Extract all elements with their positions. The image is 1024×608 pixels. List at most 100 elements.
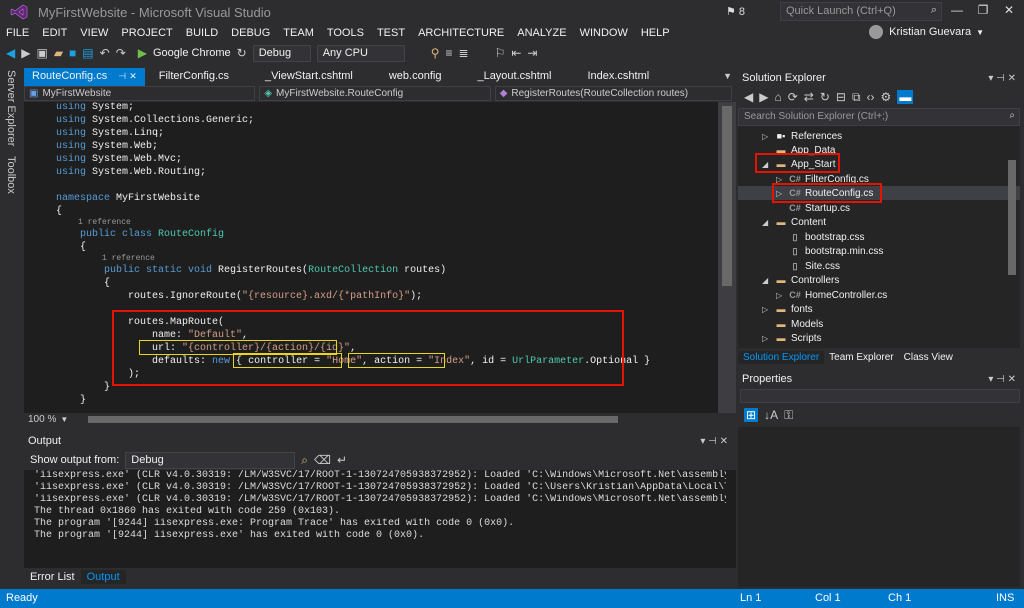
new-project-icon[interactable]: ▣ bbox=[36, 46, 47, 60]
tree-item-scripts[interactable]: ▷ ▬ Scripts bbox=[762, 331, 822, 345]
menu-architecture[interactable]: ARCHITECTURE bbox=[418, 27, 504, 39]
browser-selector[interactable]: Google Chrome bbox=[153, 47, 231, 59]
menu-help[interactable]: HELP bbox=[641, 27, 670, 39]
find-icon[interactable]: ⌕ bbox=[301, 453, 308, 468]
menu-file[interactable]: FILE bbox=[6, 27, 29, 39]
tree-item-fonts[interactable]: ▷ ▬ fonts bbox=[762, 302, 813, 316]
collapse-all-icon[interactable]: ⊟ bbox=[836, 90, 846, 104]
refresh-icon[interactable]: ↻ bbox=[237, 46, 247, 60]
tab-index[interactable]: Index.cshtml bbox=[579, 68, 657, 86]
view-code-icon[interactable]: ‹› bbox=[867, 90, 875, 104]
tab-list-dropdown-icon[interactable]: ▼ bbox=[723, 71, 732, 81]
comment-icon[interactable]: ≡ bbox=[446, 46, 453, 60]
tab-team-explorer[interactable]: Team Explorer bbox=[824, 351, 898, 364]
user-account[interactable]: Kristian Guevara ▼ bbox=[869, 25, 984, 39]
word-wrap-icon[interactable]: ↵ bbox=[337, 453, 347, 467]
tab-viewstart[interactable]: _ViewStart.cshtml bbox=[257, 68, 361, 86]
undo-icon[interactable]: ↶ bbox=[100, 46, 110, 60]
class-dropdown[interactable]: ◈ MyFirstWebsite.RouteConfig bbox=[259, 86, 491, 101]
save-icon[interactable]: ■ bbox=[69, 46, 76, 60]
sync-icon[interactable]: ⟳ bbox=[788, 90, 798, 104]
tree-item-bootstrap-css[interactable]: ▯ bootstrap.css bbox=[788, 230, 865, 244]
quick-launch-input[interactable]: Quick Launch (Ctrl+Q) ⌕ bbox=[780, 2, 942, 21]
menu-team[interactable]: TEAM bbox=[283, 27, 314, 39]
solution-configuration-select[interactable]: Debug bbox=[252, 44, 311, 62]
forward-arrow-icon[interactable]: ▶ bbox=[759, 90, 768, 104]
tree-item-references[interactable]: ▷ ■▪ References bbox=[762, 129, 842, 143]
menu-edit[interactable]: EDIT bbox=[42, 27, 67, 39]
tree-scroll-thumb[interactable] bbox=[1008, 160, 1016, 275]
menu-window[interactable]: WINDOW bbox=[580, 27, 628, 39]
find-in-files-icon[interactable]: ⚲ bbox=[431, 46, 440, 60]
close-button[interactable]: ✕ bbox=[996, 3, 1022, 21]
editor-scroll-thumb[interactable] bbox=[722, 106, 732, 286]
properties-grid[interactable] bbox=[738, 427, 1020, 587]
properties-object-select[interactable] bbox=[740, 389, 1020, 403]
back-arrow-icon[interactable]: ◀ bbox=[744, 90, 753, 104]
menu-view[interactable]: VIEW bbox=[80, 27, 108, 39]
panel-controls[interactable]: ▾ ⊣ ✕ bbox=[988, 374, 1016, 385]
tree-item-homecontroller[interactable]: ▷ C# HomeController.cs bbox=[776, 288, 887, 302]
toolbox-tab[interactable]: Toolbox bbox=[5, 156, 17, 194]
refresh-icon[interactable]: ↻ bbox=[820, 90, 830, 104]
menu-analyze[interactable]: ANALYZE bbox=[517, 27, 566, 39]
output-source-select[interactable]: Debug bbox=[125, 451, 296, 469]
tab-output[interactable]: Output bbox=[80, 570, 126, 584]
tab-filterconfig[interactable]: FilterConfig.cs bbox=[151, 68, 237, 86]
editor-horizontal-scroll-thumb[interactable] bbox=[88, 416, 618, 423]
tree-item-content[interactable]: ◢ ▬ Content bbox=[762, 215, 826, 229]
tree-item-site-css[interactable]: ▯ Site.css bbox=[788, 259, 841, 273]
bookmark-icon[interactable]: ⚐ bbox=[495, 46, 506, 60]
restore-button[interactable]: ❐ bbox=[970, 3, 996, 21]
tab-webconfig[interactable]: web.config bbox=[381, 68, 450, 86]
prev-bookmark-icon[interactable]: ⇤ bbox=[511, 46, 521, 60]
home-icon[interactable]: ⌂ bbox=[774, 90, 781, 104]
codelens-reference[interactable]: 1 reference bbox=[78, 218, 131, 227]
panel-controls[interactable]: ▾ ⊣ ✕ bbox=[988, 73, 1016, 84]
panel-controls[interactable]: ▾ ⊣ ✕ bbox=[700, 436, 728, 447]
pending-changes-icon[interactable]: ⇄ bbox=[804, 90, 814, 104]
menu-build[interactable]: BUILD bbox=[186, 27, 218, 39]
menu-debug[interactable]: DEBUG bbox=[231, 27, 270, 39]
chevron-down-icon[interactable]: ▼ bbox=[60, 415, 68, 424]
tab-routeconfig[interactable]: RouteConfig.cs ⊣ ✕ bbox=[24, 68, 145, 86]
tab-class-view[interactable]: Class View bbox=[899, 351, 958, 364]
tab-error-list[interactable]: Error List bbox=[24, 570, 81, 584]
project-dropdown[interactable]: ▣ MyFirstWebsite bbox=[24, 86, 256, 101]
start-debug-icon[interactable]: ▶ bbox=[138, 46, 147, 60]
show-all-files-icon[interactable]: ⧉ bbox=[852, 90, 861, 105]
output-text-area[interactable]: 'iisexpress.exe' (CLR v4.0.30319: /LM/W3… bbox=[24, 470, 736, 568]
tab-layout[interactable]: _Layout.cshtml bbox=[469, 68, 559, 86]
close-icon[interactable]: ✕ bbox=[129, 71, 137, 81]
uncomment-icon[interactable]: ≣ bbox=[459, 46, 469, 60]
tree-item-bootstrap-min-css[interactable]: ▯ bootstrap.min.css bbox=[788, 244, 884, 258]
solution-explorer-search-input[interactable]: Search Solution Explorer (Ctrl+;) ⌕ bbox=[738, 108, 1020, 126]
notifications-flag-icon[interactable]: ⚑ 8 bbox=[726, 5, 745, 18]
save-all-icon[interactable]: ▤ bbox=[82, 46, 93, 60]
categorized-icon[interactable]: ⊞ bbox=[744, 408, 759, 422]
member-dropdown[interactable]: ◆ RegisterRoutes(RouteCollection routes) bbox=[494, 86, 733, 101]
menu-project[interactable]: PROJECT bbox=[121, 27, 172, 39]
menu-test[interactable]: TEST bbox=[377, 27, 405, 39]
server-explorer-tab[interactable]: Server Explorer bbox=[5, 70, 17, 146]
properties-wrench-icon[interactable]: ⚙ bbox=[881, 90, 892, 104]
property-pages-icon[interactable]: ⚿ bbox=[784, 408, 793, 423]
alphabetical-icon[interactable]: ↓A bbox=[764, 408, 778, 422]
next-bookmark-icon[interactable]: ⇥ bbox=[527, 46, 537, 60]
tree-item-controllers[interactable]: ◢ ▬ Controllers bbox=[762, 273, 839, 287]
open-folder-icon[interactable]: ▰ bbox=[54, 46, 63, 60]
code-editor[interactable]: using System; using System.Collections.G… bbox=[24, 102, 736, 413]
zoom-level[interactable]: 100 % bbox=[28, 414, 56, 425]
preview-selected-icon[interactable]: ▬ bbox=[897, 90, 914, 104]
back-arrow-icon[interactable]: ◀ bbox=[6, 46, 15, 60]
redo-icon[interactable]: ↷ bbox=[116, 46, 126, 60]
menu-tools[interactable]: TOOLS bbox=[327, 27, 364, 39]
tree-item-models[interactable]: ▬ Models bbox=[762, 317, 824, 331]
minimize-button[interactable]: — bbox=[944, 3, 970, 21]
codelens-reference[interactable]: 1 reference bbox=[102, 254, 155, 263]
clear-all-icon[interactable]: ⌫ bbox=[314, 453, 331, 467]
solution-platform-select[interactable]: Any CPU bbox=[316, 44, 405, 62]
tab-solution-explorer[interactable]: Solution Explorer bbox=[738, 350, 825, 364]
tree-item-startup[interactable]: C# Startup.cs bbox=[776, 201, 850, 215]
pin-icon[interactable]: ⊣ bbox=[118, 71, 126, 81]
